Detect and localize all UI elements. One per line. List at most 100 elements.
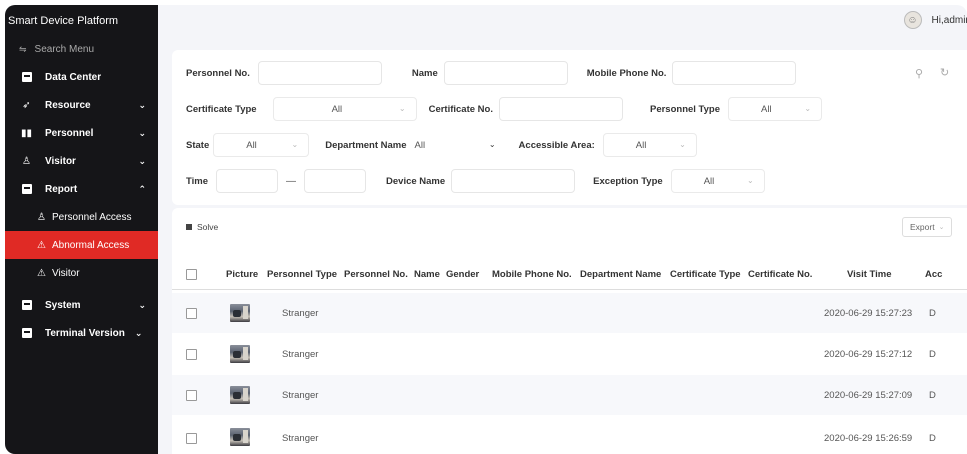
visit-time-cell: 2020-06-29 15:27:09 <box>824 390 913 401</box>
solve-button[interactable]: Solve <box>186 222 218 232</box>
visitor-report-icon: ⚠ <box>37 267 46 279</box>
row-checkbox[interactable] <box>186 390 197 401</box>
table-row[interactable]: Stranger 2020-06-29 15:27:23 D <box>172 293 967 333</box>
search-menu-label: Search Menu <box>34 43 95 55</box>
terminal-icon <box>21 328 32 339</box>
sidebar-subitem-abnormal-access[interactable]: ⚠ Abnormal Access <box>5 231 158 259</box>
sidebar-subitem-label: Abnormal Access <box>51 239 130 251</box>
main-content: ☺ Hi,admin Personnel No. Name Mobile Pho… <box>158 5 967 454</box>
table-header: Picture Personnel Type Personnel No. Nam… <box>172 260 967 290</box>
table-row[interactable]: Stranger 2020-06-29 15:26:59 D <box>172 416 967 454</box>
sidebar-item-label: Visitor <box>45 155 76 167</box>
time-label: Time <box>186 175 209 187</box>
visit-time-cell: 2020-06-29 15:27:12 <box>824 349 913 360</box>
row-checkbox[interactable] <box>186 349 197 360</box>
face-picture[interactable] <box>230 345 250 363</box>
exception-type-label: Exception Type <box>593 175 663 187</box>
sidebar-nav: Data Center ➶ Resource ⌄ ▮▮ Personnel ⌄ … <box>5 63 158 347</box>
device-name-label: Device Name <box>386 175 446 187</box>
certificate-type-value: All <box>331 103 343 115</box>
device-name-input[interactable] <box>451 169 576 193</box>
abnormal-access-icon: ⚠ <box>37 239 46 251</box>
chevron-down-icon: ⌄ <box>746 176 754 185</box>
column-header[interactable]: Certificate No. <box>748 269 812 280</box>
user-menu[interactable]: ☺ Hi,admin <box>903 11 967 29</box>
visit-time-cell: 2020-06-29 15:27:23 <box>824 308 913 319</box>
department-name-select[interactable]: All ⌄ <box>406 133 507 157</box>
sidebar-item-personnel[interactable]: ▮▮ Personnel ⌄ <box>5 119 158 147</box>
personnel-no-input[interactable] <box>257 61 382 85</box>
sidebar-item-label: Data Center <box>45 71 102 83</box>
chevron-down-icon: ⌄ <box>134 327 143 338</box>
sidebar-item-terminal-version[interactable]: Terminal Version ⌄ <box>5 319 158 347</box>
sidebar-subitem-personnel-access[interactable]: ♙ Personnel Access <box>5 203 158 231</box>
export-label: Export <box>910 222 935 232</box>
system-icon <box>21 300 32 311</box>
column-header[interactable]: Visit Time <box>847 269 892 280</box>
search-menu-icon: ⇋ <box>19 43 27 54</box>
report-icon <box>21 184 32 195</box>
select-all-checkbox[interactable] <box>186 269 197 280</box>
name-input[interactable] <box>443 61 568 85</box>
face-picture[interactable] <box>230 386 250 404</box>
accessible-area-label: Accessible Area: <box>518 139 595 151</box>
column-header[interactable]: Personnel No. <box>344 269 408 280</box>
acc-cell: D <box>929 433 936 444</box>
reset-icon[interactable]: ↻ <box>940 66 949 79</box>
table-row[interactable]: Stranger 2020-06-29 15:27:09 D <box>172 375 967 415</box>
sidebar-item-system[interactable]: System ⌄ <box>5 291 158 319</box>
face-picture[interactable] <box>230 428 250 446</box>
search-menu[interactable]: ⇋ Search Menu <box>5 38 158 60</box>
row-checkbox[interactable] <box>186 308 197 319</box>
sidebar-subitem-label: Visitor <box>51 267 80 279</box>
face-picture[interactable] <box>230 304 250 322</box>
rocket-icon: ➶ <box>22 99 31 111</box>
top-bar: ☺ Hi,admin <box>158 5 967 37</box>
chevron-down-icon: ⌄ <box>679 140 686 149</box>
sidebar-subitem-visitor[interactable]: ⚠ Visitor <box>5 259 158 287</box>
table-row[interactable]: Stranger 2020-06-29 15:27:12 D <box>172 334 967 374</box>
column-header[interactable]: Department Name <box>580 269 661 280</box>
app-title: Smart Device Platform <box>8 15 119 27</box>
sidebar-item-data-center[interactable]: Data Center <box>5 63 158 91</box>
department-name-value: All <box>414 139 426 151</box>
exception-type-value: All <box>703 175 715 187</box>
name-label: Name <box>411 67 438 79</box>
certificate-type-select[interactable]: All ⌄ <box>272 97 417 121</box>
personnel-type-cell: Stranger <box>282 390 319 401</box>
certificate-no-input[interactable] <box>498 97 623 121</box>
personnel-type-select[interactable]: All ⌄ <box>728 97 823 121</box>
time-separator: — <box>286 175 297 187</box>
sidebar-item-report[interactable]: Report ⌃ <box>5 175 158 203</box>
sidebar-item-visitor[interactable]: ♙ Visitor ⌄ <box>5 147 158 175</box>
acc-cell: D <box>929 390 936 401</box>
chevron-down-icon: ⌄ <box>138 299 146 310</box>
sidebar-item-label: Terminal Version <box>45 327 125 339</box>
column-header[interactable]: Acc <box>925 269 942 280</box>
state-select[interactable]: All ⌄ <box>213 133 310 157</box>
column-header[interactable]: Gender <box>446 269 479 280</box>
column-header[interactable]: Name <box>414 269 440 280</box>
time-end-input[interactable] <box>304 169 367 193</box>
chevron-down-icon: ⌄ <box>291 140 299 149</box>
export-select[interactable]: Export ⌄ <box>902 217 952 237</box>
accessible-area-select[interactable]: All ⌄ <box>602 133 697 157</box>
search-icon[interactable]: ⚲ <box>915 67 923 80</box>
personnel-type-value: All <box>761 103 772 115</box>
sidebar: Smart Device Platform ⇋ Search Menu Data… <box>5 5 158 454</box>
sidebar-item-resource[interactable]: ➶ Resource ⌄ <box>5 91 158 119</box>
state-label: State <box>186 139 210 151</box>
user-greeting: Hi,admin <box>931 14 967 26</box>
column-header[interactable]: Mobile Phone No. <box>492 269 572 280</box>
monitor-icon <box>21 72 32 83</box>
column-header[interactable]: Picture <box>226 269 258 280</box>
filter-row-3: State All ⌄ Department Name All ⌄ Access… <box>186 132 697 158</box>
filter-row-4: Time — Device Name Exception Type All ⌄ <box>186 168 765 194</box>
mobile-phone-input[interactable] <box>672 61 797 85</box>
chevron-down-icon: ⌄ <box>138 127 146 138</box>
exception-type-select[interactable]: All ⌄ <box>670 169 765 193</box>
time-start-input[interactable] <box>216 169 279 193</box>
column-header[interactable]: Certificate Type <box>670 269 741 280</box>
row-checkbox[interactable] <box>186 433 197 444</box>
column-header[interactable]: Personnel Type <box>267 269 337 280</box>
